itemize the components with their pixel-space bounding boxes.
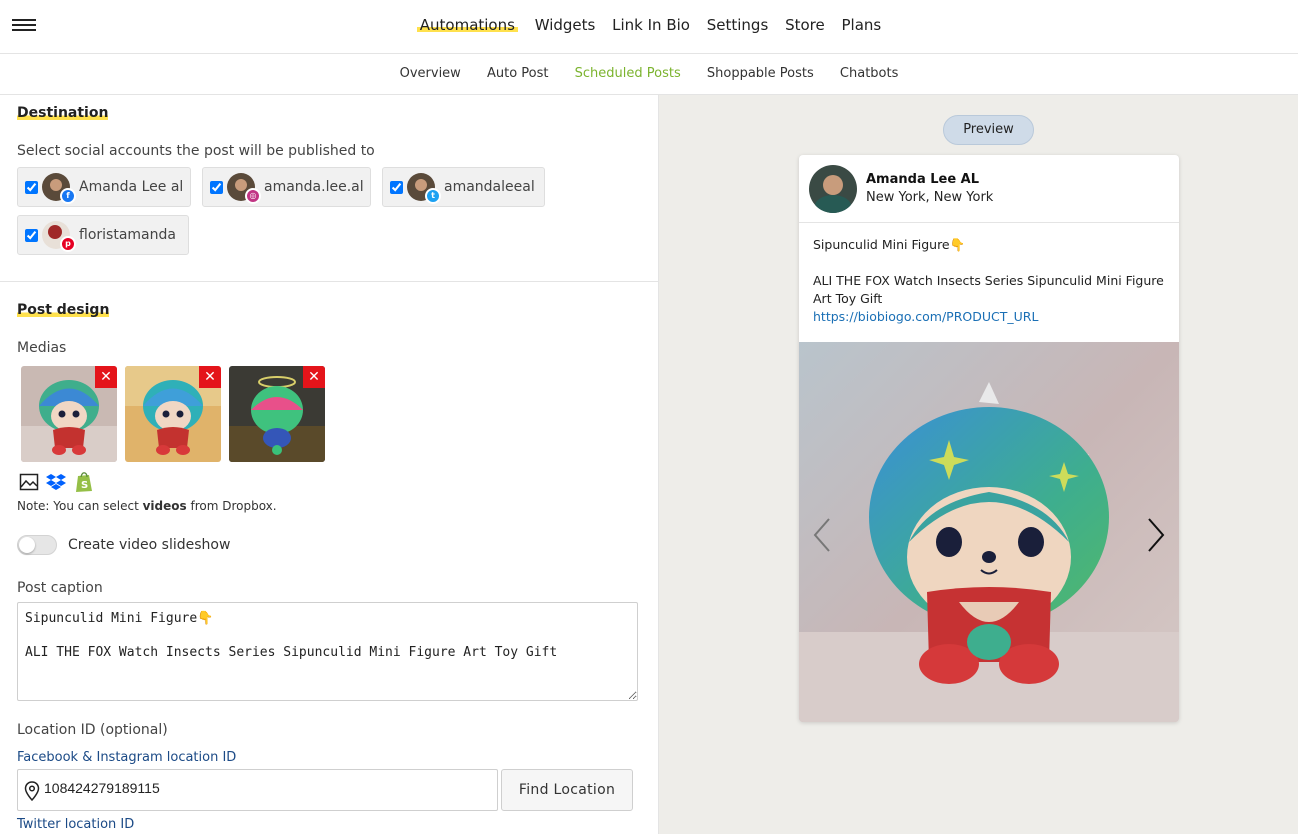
top-navbar: Automations Widgets Link In Bio Settings… (0, 0, 1298, 54)
media-thumbnail[interactable]: ✕ (229, 366, 325, 462)
destination-description: Select social accounts the post will be … (17, 143, 375, 159)
destination-title: Destination (17, 105, 109, 121)
chevron-left-icon[interactable] (811, 515, 833, 555)
twitter-icon: t (425, 188, 441, 204)
media-thumbnail[interactable]: ✕ (125, 366, 221, 462)
slideshow-toggle[interactable] (17, 535, 57, 555)
caption-label: Post caption (17, 580, 103, 596)
slideshow-label: Create video slideshow (68, 537, 231, 553)
account-name: floristamanda (79, 227, 176, 243)
post-header: Amanda Lee AL New York, New York (799, 155, 1179, 223)
facebook-icon: f (60, 188, 76, 204)
find-location-button[interactable]: Find Location (501, 769, 633, 811)
account-pinterest[interactable]: p floristamanda (17, 215, 189, 255)
image-icon[interactable] (19, 472, 39, 492)
account-checkbox[interactable] (25, 181, 38, 194)
nav-store[interactable]: Store (785, 16, 825, 34)
location-input-wrapper (17, 769, 498, 811)
preview-panel: Preview Amanda Lee AL New York, New York… (659, 95, 1298, 834)
tab-chatbots[interactable]: Chatbots (840, 66, 898, 81)
post-caption-link[interactable]: https://biobiogo.com/PRODUCT_URL (813, 309, 1038, 324)
post-user-name: Amanda Lee AL (866, 172, 980, 187)
account-name: amandaleeal (444, 179, 535, 195)
preview-button[interactable]: Preview (943, 115, 1034, 145)
chevron-right-icon[interactable] (1145, 515, 1167, 555)
account-name: amanda.lee.al (264, 179, 364, 195)
svg-text:S: S (81, 480, 88, 491)
post-design-title: Post design (17, 302, 110, 318)
fb-ig-location-label: Facebook & Instagram location ID (17, 750, 237, 765)
medias-label: Medias (17, 340, 67, 356)
location-label: Location ID (optional) (17, 722, 168, 738)
nav-settings[interactable]: Settings (707, 16, 769, 34)
account-checkbox[interactable] (25, 229, 38, 242)
post-editor-panel: Destination Select social accounts the p… (0, 95, 659, 834)
post-caption-title: Sipunculid Mini Figure👇 (813, 237, 966, 252)
section-divider (0, 281, 658, 282)
post-caption: Sipunculid Mini Figure👇 ALI THE FOX Watc… (813, 236, 1168, 326)
tab-scheduled-posts[interactable]: Scheduled Posts (575, 66, 681, 81)
nav-automations[interactable]: Automations (416, 16, 518, 34)
location-pin-icon (24, 781, 40, 801)
tab-auto-post[interactable]: Auto Post (487, 66, 549, 81)
remove-media-button[interactable]: ✕ (303, 366, 325, 388)
account-checkbox[interactable] (210, 181, 223, 194)
remove-media-button[interactable]: ✕ (199, 366, 221, 388)
post-user-location: New York, New York (866, 190, 994, 205)
nav-plans[interactable]: Plans (842, 16, 882, 34)
preview-post-card: Amanda Lee AL New York, New York Sipuncu… (799, 155, 1179, 722)
dropbox-icon[interactable] (46, 472, 66, 492)
tab-overview[interactable]: Overview (400, 66, 461, 81)
account-facebook[interactable]: f Amanda Lee al (17, 167, 191, 207)
main-nav: Automations Widgets Link In Bio Settings… (0, 16, 1298, 34)
account-twitter[interactable]: t amandaleeal (382, 167, 545, 207)
account-instagram[interactable]: ◎ amanda.lee.al (202, 167, 371, 207)
account-checkbox[interactable] (390, 181, 403, 194)
nav-link-in-bio[interactable]: Link In Bio (612, 16, 690, 34)
location-id-input[interactable] (44, 780, 484, 796)
sub-navbar: Overview Auto Post Scheduled Posts Shopp… (0, 54, 1298, 95)
twitter-location-label: Twitter location ID (17, 817, 135, 832)
pinterest-icon: p (60, 236, 76, 252)
account-name: Amanda Lee al (79, 179, 184, 195)
sub-nav: Overview Auto Post Scheduled Posts Shopp… (0, 66, 1298, 81)
instagram-icon: ◎ (245, 188, 261, 204)
shopify-icon[interactable]: S (74, 471, 94, 493)
tab-shoppable-posts[interactable]: Shoppable Posts (707, 66, 814, 81)
nav-widgets[interactable]: Widgets (535, 16, 596, 34)
avatar (809, 165, 857, 213)
post-caption-body: ALI THE FOX Watch Insects Series Sipuncu… (813, 273, 1164, 306)
post-image (799, 342, 1179, 722)
dropbox-note: Note: You can select videos from Dropbox… (17, 499, 277, 513)
remove-media-button[interactable]: ✕ (95, 366, 117, 388)
caption-textarea[interactable]: Sipunculid Mini Figure👇 ALI THE FOX Watc… (17, 602, 638, 701)
media-thumbnail[interactable]: ✕ (21, 366, 117, 462)
